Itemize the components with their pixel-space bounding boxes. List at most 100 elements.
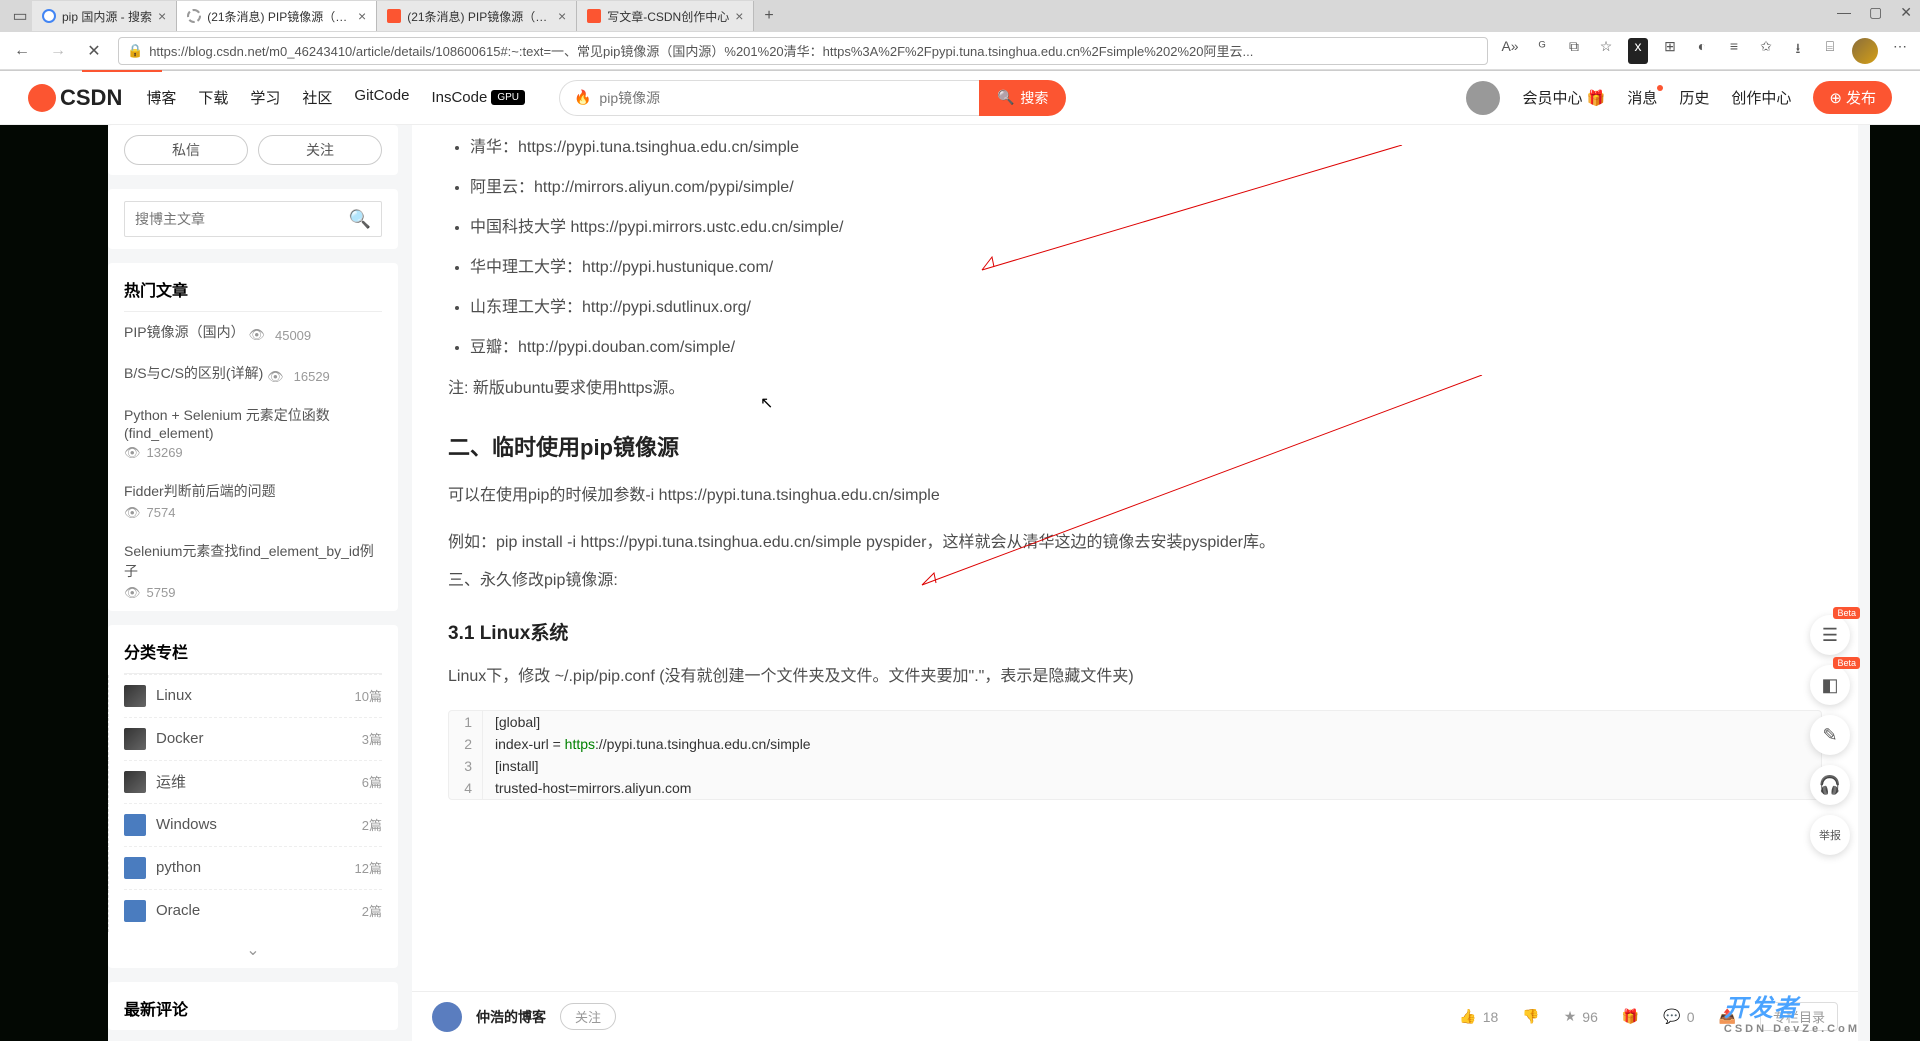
maximize-icon[interactable]: ▢: [1869, 4, 1882, 21]
category-icon: [124, 814, 146, 836]
search-input[interactable]: 🔥pip镜像源: [559, 80, 979, 116]
collections-icon[interactable]: ⧉: [1564, 38, 1584, 64]
browser-tab-1[interactable]: (21条消息) PIP镜像源（国内）_{...×: [177, 1, 377, 31]
close-window-icon[interactable]: ✕: [1900, 4, 1912, 21]
toc-button[interactable]: 专栏目录: [1760, 1002, 1838, 1031]
recent-title: 最新评论: [124, 982, 382, 1030]
close-icon[interactable]: ×: [558, 8, 566, 24]
read-aloud-icon[interactable]: ᴳ: [1532, 38, 1552, 64]
ext2-icon[interactable]: ⊞: [1660, 38, 1680, 64]
comment-button[interactable]: 💬0: [1663, 1008, 1694, 1025]
ext1-icon[interactable]: x: [1628, 38, 1648, 64]
nav-blog[interactable]: 博客: [146, 87, 176, 108]
like-button[interactable]: 👍18: [1459, 1008, 1498, 1025]
close-icon[interactable]: ×: [735, 8, 743, 24]
nav-community[interactable]: 社区: [302, 87, 332, 108]
gift-icon: 🎁: [1622, 1008, 1639, 1025]
close-icon[interactable]: ×: [158, 8, 166, 24]
new-tab-button[interactable]: +: [754, 7, 783, 25]
dm-button[interactable]: 私信: [124, 135, 248, 165]
mirror-list: 清华：https://pypi.tuna.tsinghua.edu.cn/sim…: [448, 125, 1822, 365]
ext3-icon[interactable]: ◐: [1692, 38, 1712, 64]
hot-meta: 👁16529: [267, 369, 330, 385]
code-text: [install]: [483, 755, 551, 777]
sidebar: 私信 关注 🔍 热门文章 PIP镜像源（国内） 👁45009 B/S与C/S的区…: [108, 125, 398, 1041]
hot-article-0[interactable]: PIP镜像源（国内） 👁45009: [124, 312, 382, 353]
beta-badge: Beta: [1833, 607, 1860, 619]
stop-icon[interactable]: ✕: [82, 41, 106, 61]
hot-article-1[interactable]: B/S与C/S的区别(详解) 👁16529: [124, 353, 382, 394]
section-3-1-heading: 3.1 Linux系统: [448, 604, 1822, 653]
csdn-logo-icon: [28, 84, 56, 112]
float-sidebar-button[interactable]: ◧Beta: [1810, 665, 1850, 705]
category-运维[interactable]: 运维 6篇: [124, 760, 382, 803]
nav-history[interactable]: 历史: [1679, 87, 1709, 108]
nav-download[interactable]: 下载: [198, 87, 228, 108]
search-icon[interactable]: 🔍: [349, 209, 371, 230]
float-service-button[interactable]: 🎧: [1810, 765, 1850, 805]
p2: 例如：pip install -i https://pypi.tuna.tsin…: [448, 519, 1822, 566]
addr-toolbar: A» ᴳ ⧉ ☆ x ⊞ ◐ ≡ ✩ ⭳ ⌸ ⋯: [1500, 38, 1910, 64]
menu-icon[interactable]: ⋯: [1890, 38, 1910, 64]
author-name[interactable]: 仲浩的博客: [476, 1007, 546, 1027]
nav-msg[interactable]: 消息: [1627, 87, 1657, 108]
float-toc-button[interactable]: ☰Beta: [1810, 615, 1850, 655]
comment-count: 0: [1687, 1009, 1695, 1025]
mirror-item-5: 豆瓣：http://pypi.douban.com/simple/: [470, 325, 1822, 365]
csdn-logo[interactable]: CSDN: [28, 84, 122, 112]
nav-inscode[interactable]: InsCodeGPU: [431, 87, 525, 108]
tab-actions-icon[interactable]: ▭: [8, 6, 32, 26]
back-icon[interactable]: ←: [10, 42, 34, 60]
close-icon[interactable]: ×: [358, 8, 366, 24]
hot-article-2[interactable]: Python + Selenium 元素定位函数(find_element) 👁…: [124, 395, 382, 471]
publish-button[interactable]: ⊕发布: [1813, 81, 1892, 114]
category-python[interactable]: python 12篇: [124, 846, 382, 889]
minimize-icon[interactable]: —: [1837, 4, 1851, 21]
text-size-icon[interactable]: A»: [1500, 38, 1520, 64]
view-count: 13269: [147, 445, 183, 460]
view-count: 5759: [147, 585, 176, 600]
author-avatar[interactable]: [432, 1002, 462, 1032]
profile-avatar[interactable]: [1852, 38, 1878, 64]
float-note-button[interactable]: ✎: [1810, 715, 1850, 755]
side-search-input[interactable]: [135, 211, 349, 227]
favorite-button[interactable]: ★96: [1564, 1008, 1598, 1025]
share-button[interactable]: 📤: [1719, 1008, 1736, 1025]
mirror-item-0: 清华：https://pypi.tuna.tsinghua.edu.cn/sim…: [470, 125, 1822, 165]
follow-button[interactable]: 关注: [258, 135, 382, 165]
hot-title: Fidder判断前后端的问题: [124, 483, 276, 499]
gpu-badge: GPU: [491, 90, 525, 105]
nav-gitcode[interactable]: GitCode: [354, 87, 409, 108]
thumbs-up-icon: 👍: [1459, 1008, 1476, 1025]
extensions-icon[interactable]: ⌸: [1820, 38, 1840, 64]
dislike-button[interactable]: 👎: [1522, 1008, 1539, 1025]
ext4-icon[interactable]: ≡: [1724, 38, 1744, 64]
category-Windows[interactable]: Windows 2篇: [124, 803, 382, 846]
float-report-button[interactable]: 举报: [1810, 815, 1850, 855]
browser-tab-0[interactable]: pip 国内源 - 搜索×: [32, 1, 177, 31]
hot-article-3[interactable]: Fidder判断前后端的问题 👁7574: [124, 471, 382, 531]
view-count: 7574: [147, 505, 176, 520]
url-field[interactable]: 🔒 https://blog.csdn.net/m0_46243410/arti…: [118, 37, 1488, 65]
nav-vip[interactable]: 会员中心 🎁: [1522, 87, 1605, 108]
hot-article-4[interactable]: Selenium元素查找find_element_by_id例子 👁5759: [124, 531, 382, 611]
category-Oracle[interactable]: Oracle 2篇: [124, 889, 382, 932]
category-Docker[interactable]: Docker 3篇: [124, 717, 382, 760]
expand-button[interactable]: ⌄: [124, 932, 382, 968]
side-search-card: 🔍: [108, 189, 398, 249]
downloads-icon[interactable]: ⭳: [1788, 38, 1808, 64]
nav-learn[interactable]: 学习: [250, 87, 280, 108]
user-avatar[interactable]: [1466, 81, 1500, 115]
nav-create[interactable]: 创作中心: [1731, 87, 1791, 108]
follow-button[interactable]: 关注: [560, 1003, 616, 1030]
reward-button[interactable]: 🎁: [1622, 1008, 1639, 1025]
favorite-icon[interactable]: ☆: [1596, 38, 1616, 64]
category-Linux[interactable]: Linux 10篇: [124, 674, 382, 717]
search-button[interactable]: 🔍搜索: [979, 80, 1066, 116]
line-number: 1: [449, 711, 483, 733]
browser-tab-2[interactable]: (21条消息) PIP镜像源（国内）_{...×: [377, 1, 577, 31]
browser-tab-3[interactable]: 写文章-CSDN创作中心×: [577, 1, 754, 31]
p4: Linux下，修改 ~/.pip/pip.conf (没有就创建一个文件夹及文件…: [448, 653, 1822, 700]
note-text: 注: 新版ubuntu要求使用https源。: [448, 365, 1822, 412]
favorites-bar-icon[interactable]: ✩: [1756, 38, 1776, 64]
